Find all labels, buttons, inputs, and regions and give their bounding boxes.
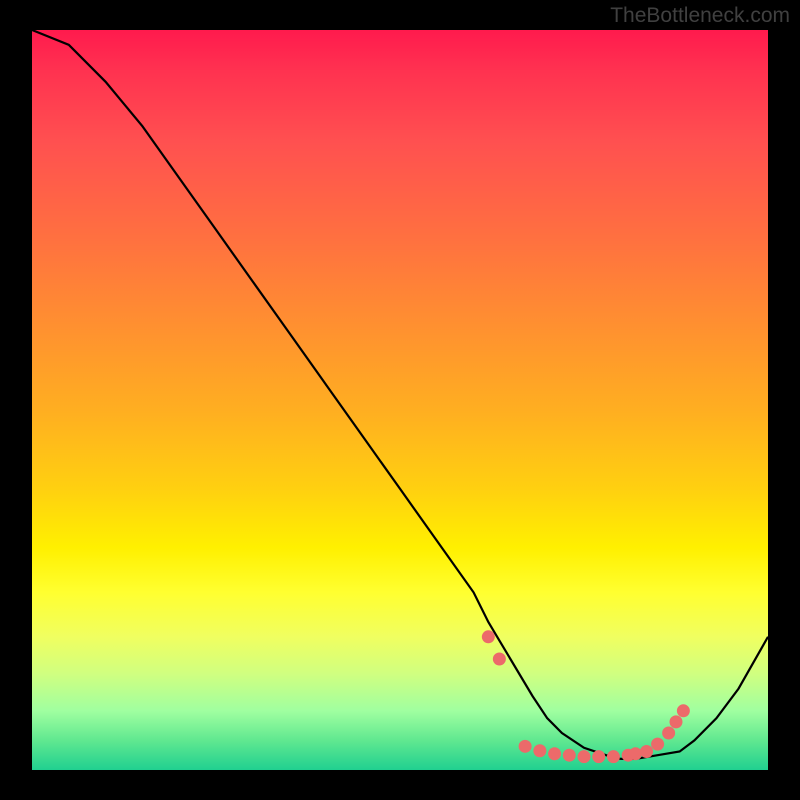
- bottleneck-curve: [32, 30, 768, 759]
- attribution-text: TheBottleneck.com: [610, 4, 790, 28]
- data-point: [519, 740, 532, 753]
- data-point: [677, 704, 690, 717]
- data-point: [607, 750, 620, 763]
- data-point: [592, 750, 605, 763]
- chart-svg: [32, 30, 768, 770]
- data-point: [629, 747, 642, 760]
- curve-dots: [482, 630, 690, 763]
- data-point: [548, 747, 561, 760]
- data-point: [651, 738, 664, 751]
- data-point: [493, 653, 506, 666]
- data-point: [482, 630, 495, 643]
- data-point: [662, 727, 675, 740]
- data-point: [533, 744, 546, 757]
- data-point: [670, 715, 683, 728]
- curve-line: [32, 30, 768, 759]
- data-point: [563, 749, 576, 762]
- plot-area: [32, 30, 768, 770]
- data-point: [640, 745, 653, 758]
- data-point: [578, 750, 591, 763]
